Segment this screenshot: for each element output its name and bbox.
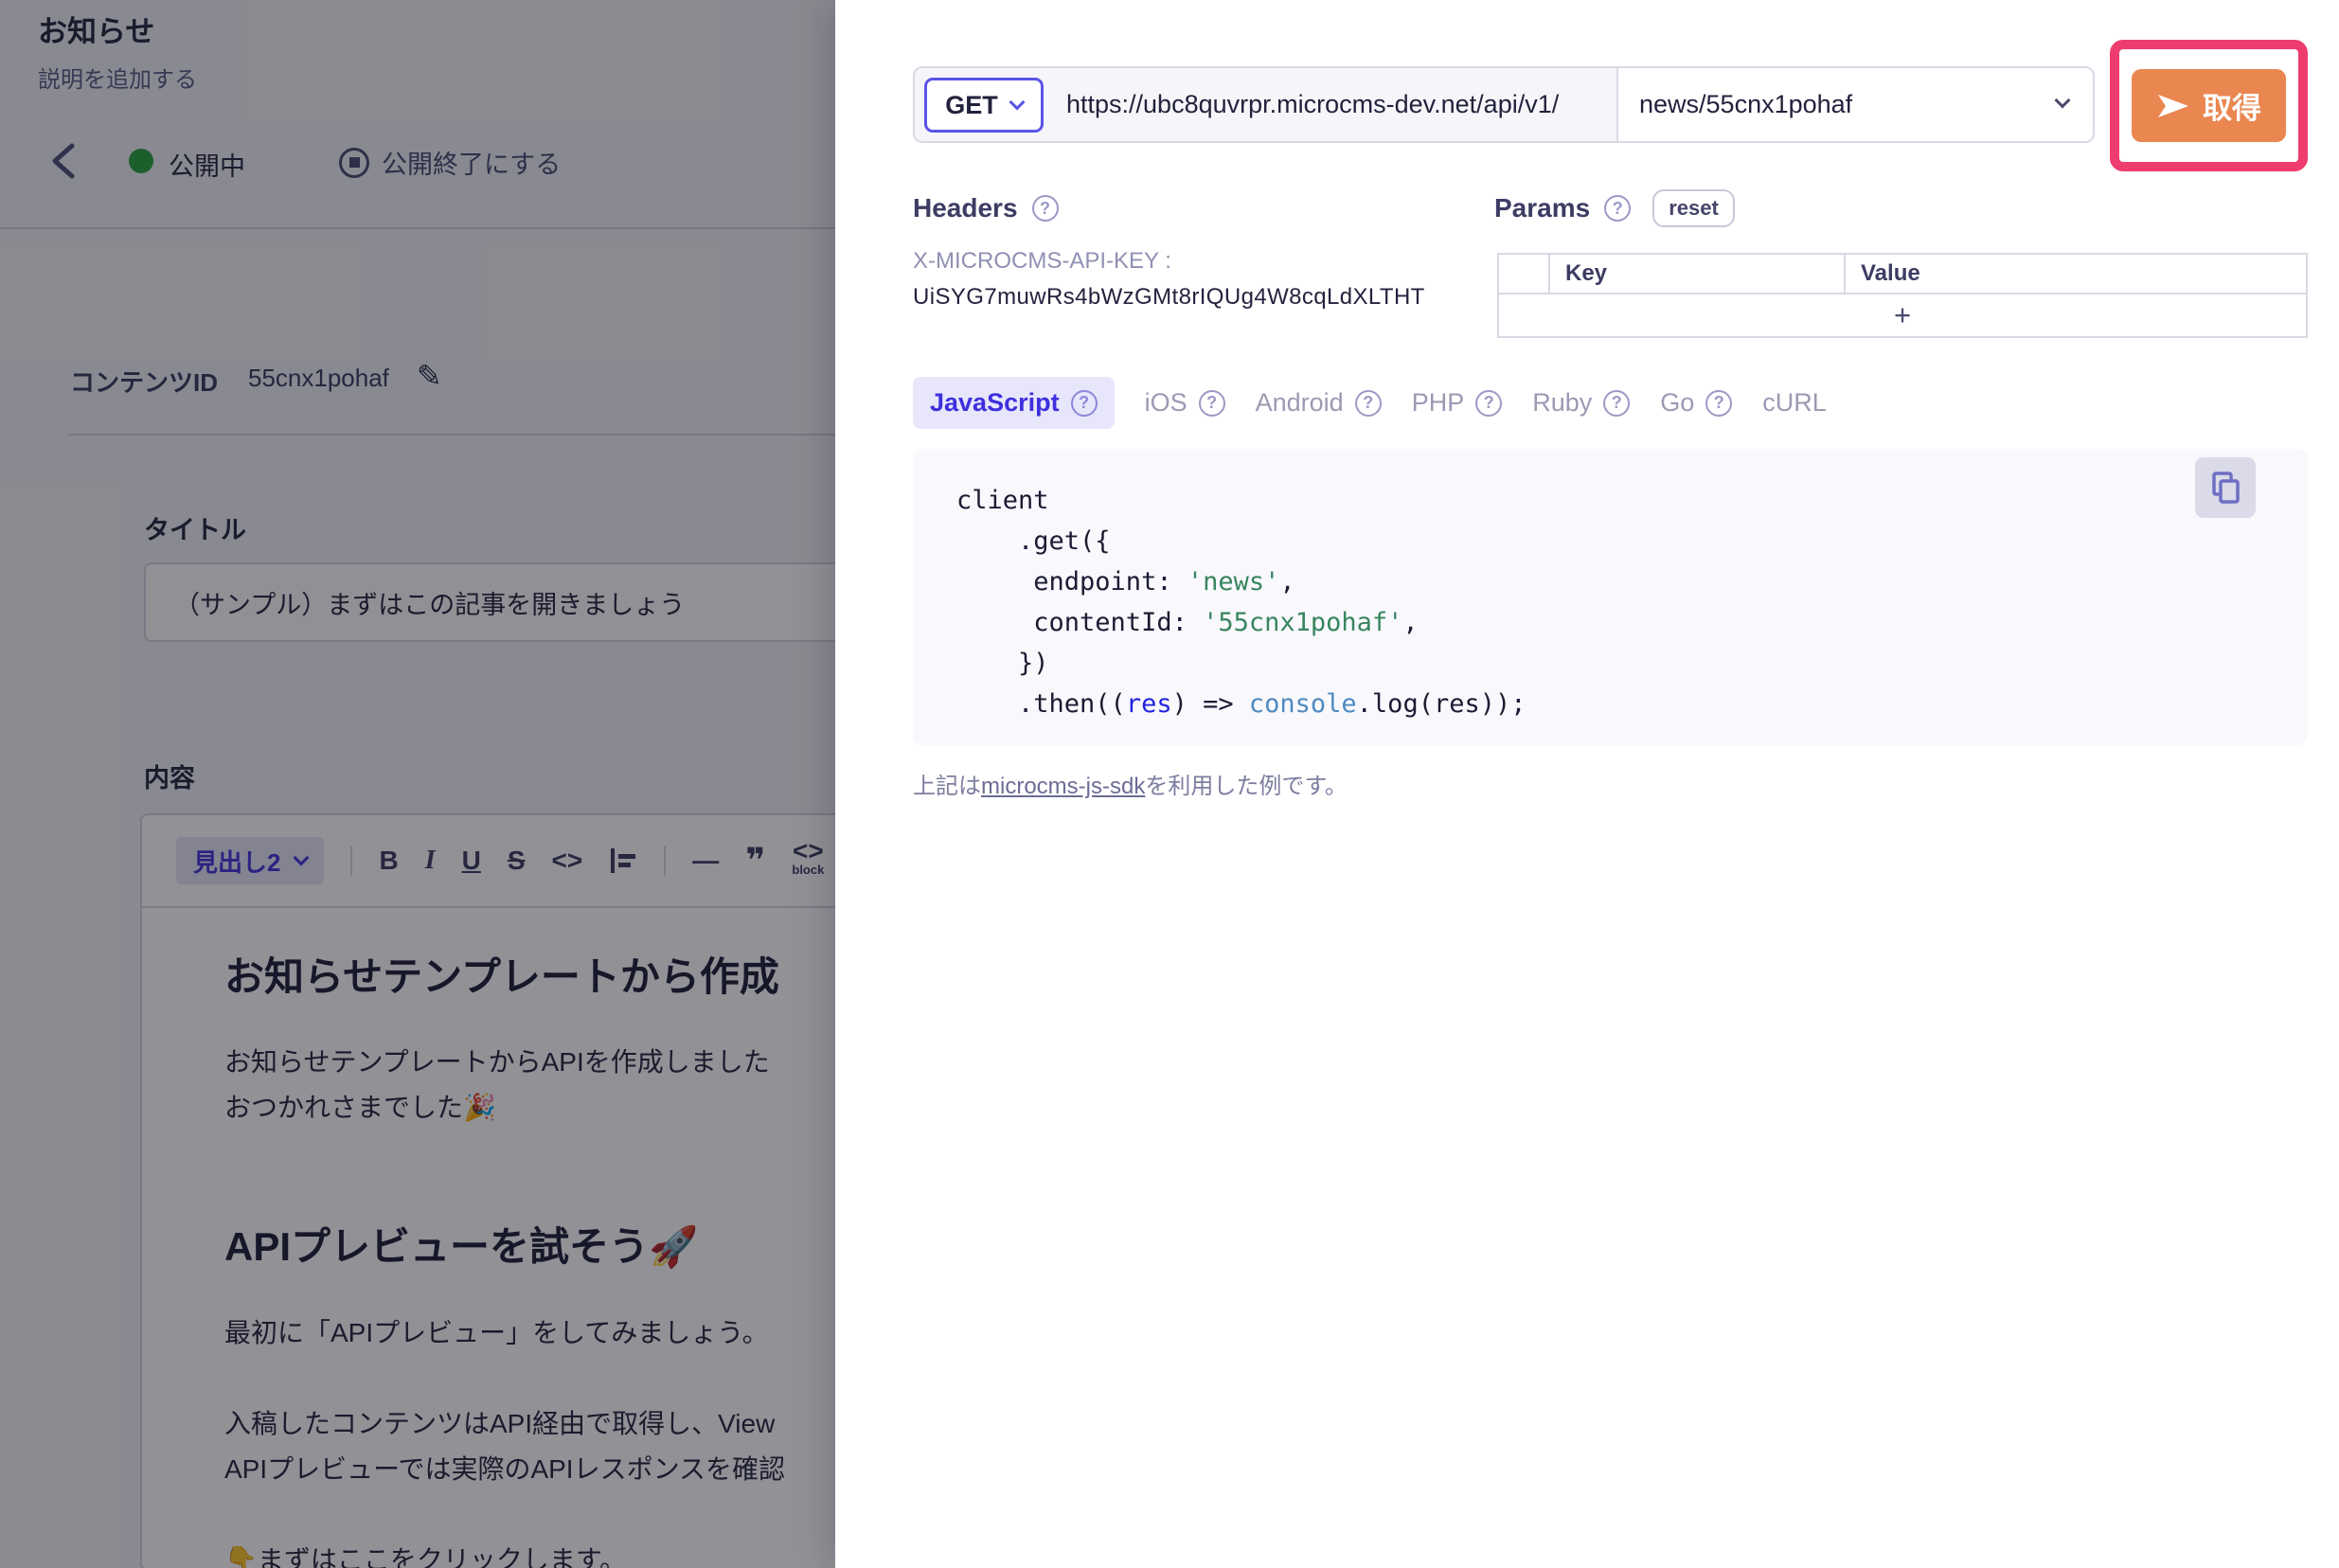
tab-android[interactable]: Android? bbox=[1256, 388, 1382, 418]
params-title: Params bbox=[1494, 193, 1590, 223]
method-value: GET bbox=[945, 91, 998, 120]
help-icon[interactable]: ? bbox=[1355, 390, 1382, 417]
params-section-title-row: Params ? reset bbox=[1494, 189, 1735, 227]
modal-backdrop[interactable] bbox=[0, 0, 835, 1568]
code-block: client .get({ endpoint: 'news', contentI… bbox=[913, 449, 2308, 745]
code-line: }) bbox=[956, 643, 1526, 684]
endpoint-select[interactable]: news/55cnx1pohaf bbox=[1616, 66, 2095, 143]
help-icon[interactable]: ? bbox=[1705, 390, 1732, 417]
tab-javascript[interactable]: JavaScript? bbox=[913, 377, 1115, 429]
method-select[interactable]: GET bbox=[924, 78, 1044, 133]
endpoint-value: news/55cnx1pohaf bbox=[1639, 90, 1852, 119]
params-table-header: Key Value bbox=[1499, 255, 2306, 294]
sdk-note-suffix: を利用した例です。 bbox=[1145, 774, 1348, 799]
tab-label: Go bbox=[1660, 388, 1694, 418]
tab-label: cURL bbox=[1762, 388, 1827, 418]
copy-icon bbox=[2209, 472, 2241, 504]
api-preview-screen: お知らせ 説明を追加する 公開中 公開終了にする コンテンツID 55cnx1p… bbox=[0, 0, 2339, 1568]
help-icon[interactable]: ? bbox=[1199, 390, 1225, 417]
language-tabs: JavaScript?iOS?Android?PHP?Ruby?Go?cURL bbox=[913, 377, 1827, 429]
code-line: contentId: '55cnx1pohaf', bbox=[956, 602, 1526, 643]
api-key-label: X-MICROCMS-API-KEY : bbox=[913, 248, 1171, 275]
code-line: endpoint: 'news', bbox=[956, 561, 1526, 602]
code-line: .get({ bbox=[956, 521, 1526, 561]
copy-code-button[interactable] bbox=[2195, 457, 2256, 518]
help-icon[interactable]: ? bbox=[1032, 195, 1059, 222]
tab-label: Ruby bbox=[1532, 388, 1592, 418]
help-icon[interactable]: ? bbox=[1603, 390, 1630, 417]
content-edit-page: お知らせ 説明を追加する 公開中 公開終了にする コンテンツID 55cnx1p… bbox=[0, 0, 835, 1568]
reset-params-button[interactable]: reset bbox=[1652, 189, 1735, 227]
tab-label: PHP bbox=[1412, 388, 1465, 418]
add-param-button[interactable]: + bbox=[1499, 294, 2306, 336]
help-icon[interactable]: ? bbox=[1604, 195, 1631, 222]
tab-label: Android bbox=[1256, 388, 1344, 418]
send-icon bbox=[2156, 94, 2190, 118]
code-line: client bbox=[956, 480, 1526, 521]
api-preview-modal: GET https://ubc8quvrpr.microcms-dev.net/… bbox=[835, 0, 2339, 1568]
chevron-down-icon bbox=[2055, 93, 2071, 109]
code-snippet: client .get({ endpoint: 'news', contentI… bbox=[956, 480, 1526, 724]
tab-label: iOS bbox=[1145, 388, 1187, 418]
sdk-note-prefix: 上記は bbox=[913, 774, 981, 799]
headers-title: Headers bbox=[913, 193, 1018, 223]
tab-ruby[interactable]: Ruby? bbox=[1532, 388, 1630, 418]
params-checkbox-column bbox=[1499, 255, 1550, 293]
params-key-header: Key bbox=[1550, 255, 1846, 293]
params-table: Key Value + bbox=[1497, 253, 2308, 338]
api-key-value: UiSYG7muwRs4bWzGMt8rIQUg4W8cqLdXLTHT bbox=[913, 284, 1425, 311]
code-line: .then((res) => console.log(res)); bbox=[956, 684, 1526, 724]
help-icon[interactable]: ? bbox=[1475, 390, 1502, 417]
chevron-down-icon bbox=[1009, 95, 1025, 111]
params-value-header: Value bbox=[1846, 255, 2306, 293]
base-url-input: https://ubc8quvrpr.microcms-dev.net/api/… bbox=[1066, 66, 1559, 143]
sdk-note: 上記はmicrocms-js-sdkを利用した例です。 bbox=[913, 767, 1348, 800]
tab-go[interactable]: Go? bbox=[1660, 388, 1732, 418]
sdk-link[interactable]: microcms-js-sdk bbox=[981, 774, 1145, 799]
tab-label: JavaScript bbox=[930, 388, 1060, 418]
fetch-button-label: 取得 bbox=[2203, 84, 2261, 127]
headers-section-title-row: Headers ? bbox=[913, 193, 1059, 223]
tab-php[interactable]: PHP? bbox=[1412, 388, 1503, 418]
fetch-button[interactable]: 取得 bbox=[2132, 69, 2286, 142]
tab-curl[interactable]: cURL bbox=[1762, 388, 1827, 418]
help-icon[interactable]: ? bbox=[1071, 390, 1098, 417]
tab-ios[interactable]: iOS? bbox=[1145, 388, 1225, 418]
annotation-highlight-box: 取得 bbox=[2110, 40, 2308, 171]
